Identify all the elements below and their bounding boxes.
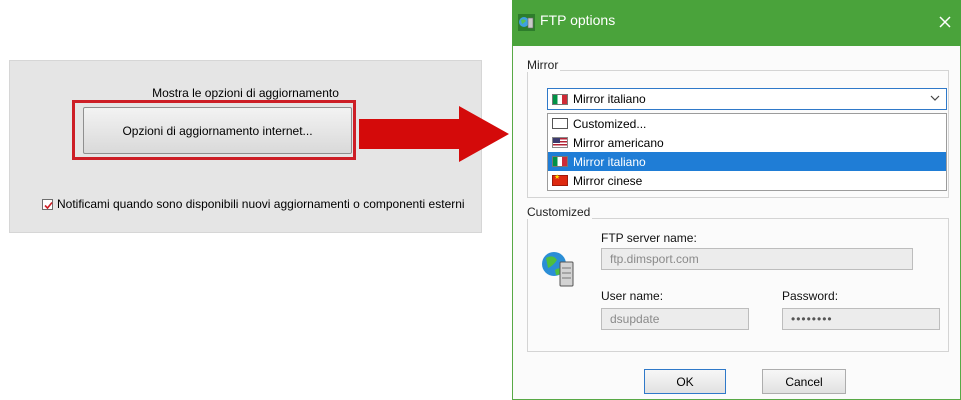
mirror-option-italiano[interactable]: Mirror italiano xyxy=(548,152,946,171)
mirror-group-label: Mirror xyxy=(525,58,561,72)
ftp-server-label: FTP server name: xyxy=(601,231,697,245)
option-label: Mirror americano xyxy=(573,135,664,150)
cancel-button[interactable]: Cancel xyxy=(762,369,846,394)
notify-updates-row[interactable]: Notificami quando sono disponibili nuovi… xyxy=(42,197,465,211)
checkmark-icon xyxy=(44,201,53,209)
italy-flag-icon xyxy=(552,93,568,105)
username-label: User name: xyxy=(601,289,664,303)
update-options-button-label: Opzioni di aggiornamento internet... xyxy=(122,123,313,138)
us-flag-icon xyxy=(552,137,568,148)
red-arrow-icon xyxy=(359,106,509,162)
dialog-title: FTP options xyxy=(540,12,616,28)
username-field[interactable]: dsupdate xyxy=(601,308,749,330)
mirror-dropdown-list: Customized... Mirror americano Mirror it… xyxy=(547,113,947,191)
mirror-option-americano[interactable]: Mirror americano xyxy=(548,133,946,152)
ftp-options-dialog: FTP options Mirror Mirror italiano Custo… xyxy=(512,0,961,400)
password-field[interactable]: •••••••• xyxy=(782,308,940,330)
dialog-titlebar[interactable]: FTP options xyxy=(512,0,961,46)
notify-updates-label: Notificami quando sono disponibili nuovi… xyxy=(57,197,465,211)
option-label: Customized... xyxy=(573,116,647,131)
italy-flag-icon xyxy=(552,156,568,167)
ftp-globe-icon xyxy=(518,14,535,31)
option-label: Mirror cinese xyxy=(573,173,643,188)
password-label: Password: xyxy=(782,289,839,303)
mirror-select[interactable]: Mirror italiano xyxy=(547,88,947,110)
chevron-down-icon[interactable] xyxy=(930,95,940,102)
server-globe-icon xyxy=(542,252,574,287)
option-label: Mirror italiano xyxy=(573,154,646,169)
customized-group-frame xyxy=(527,218,949,352)
close-icon[interactable] xyxy=(935,12,955,32)
customized-group-label: Customized xyxy=(525,205,593,219)
ok-button[interactable]: OK xyxy=(644,369,726,394)
blank-flag-icon xyxy=(552,118,568,129)
mirror-option-cinese[interactable]: Mirror cinese xyxy=(548,171,946,190)
ftp-server-field[interactable]: ftp.dimsport.com xyxy=(601,248,913,270)
mirror-select-value: Mirror italiano xyxy=(573,92,646,106)
china-flag-icon xyxy=(552,173,568,186)
notify-updates-checkbox[interactable] xyxy=(42,198,53,210)
update-options-button[interactable]: Opzioni di aggiornamento internet... xyxy=(83,107,352,154)
update-options-heading: Mostra le opzioni di aggiornamento xyxy=(152,86,339,100)
mirror-option-customized[interactable]: Customized... xyxy=(548,114,946,133)
